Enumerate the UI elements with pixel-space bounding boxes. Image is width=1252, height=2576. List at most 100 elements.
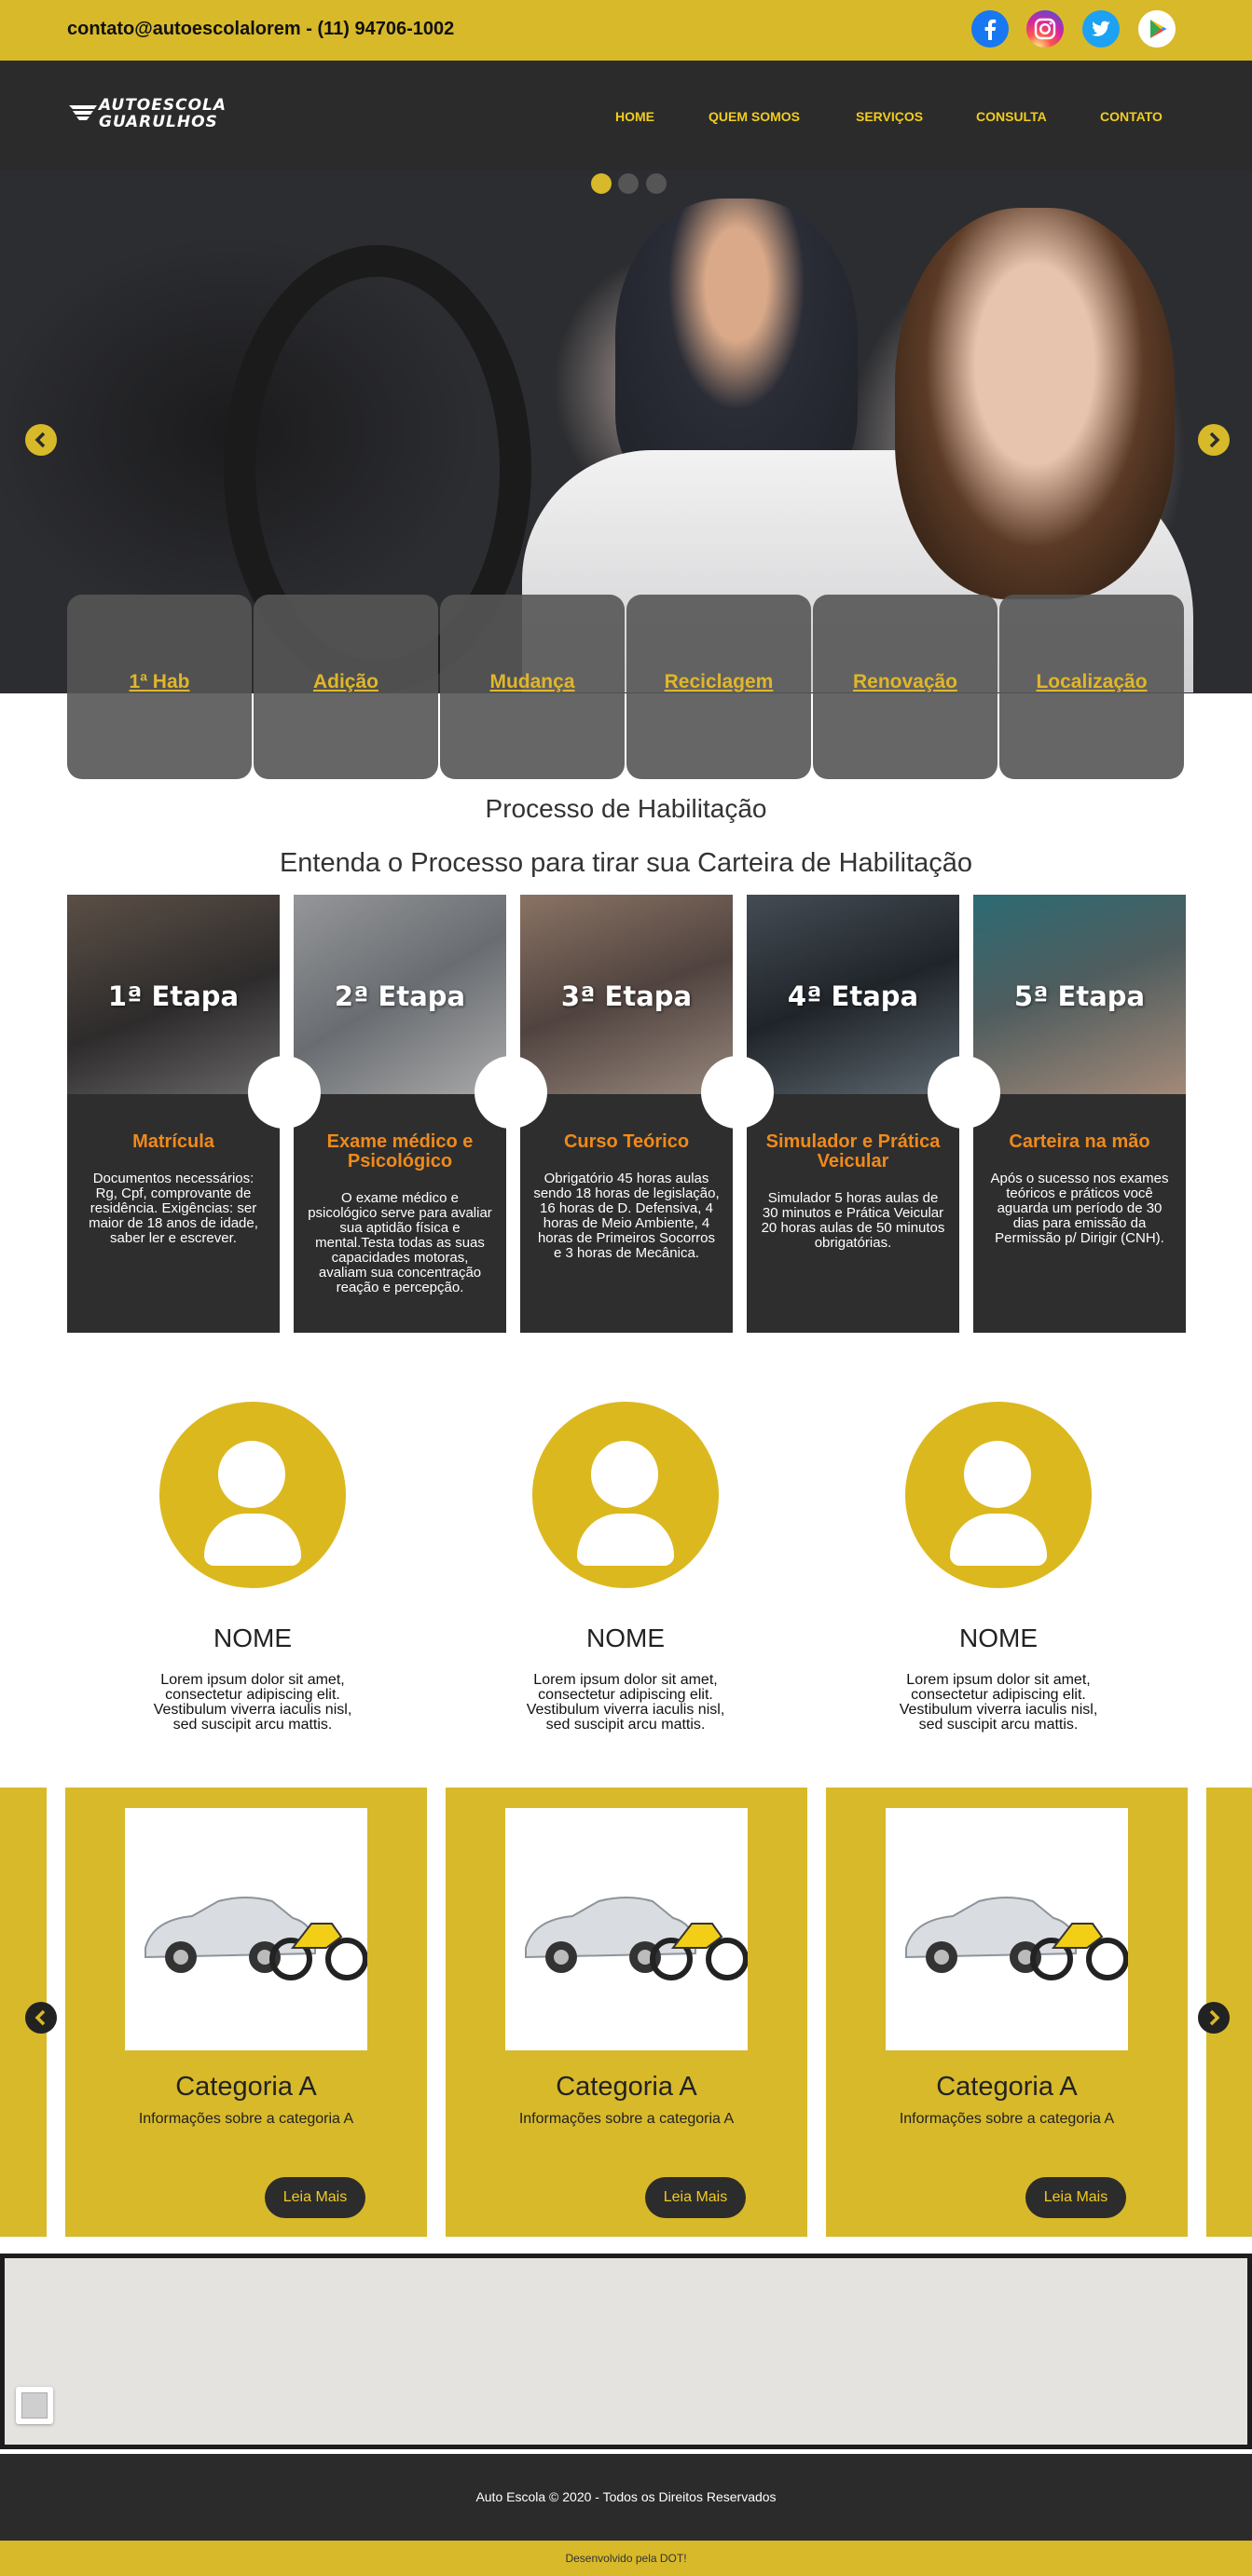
developer-credit: Desenvolvido pela DOT! [565,2552,687,2565]
carousel-dot-1[interactable] [591,173,612,194]
carousel-dot-2[interactable] [618,173,639,194]
site-logo[interactable]: AUTOESCOLA GUARULHOS [67,96,235,137]
chevron-right-icon [1209,2009,1220,2026]
category-description: Informações sobre a categoria A [518,2111,735,2127]
category-card: Categoria A Informações sobre a categori… [65,1788,427,2237]
step-connector [248,1056,321,1129]
step-title: Exame médico e Psicológico [326,1131,474,1172]
team-member-name: NOME [213,1624,292,1652]
service-tab-renovacao[interactable]: Renovação [813,595,997,779]
step-connector [475,1056,547,1129]
read-more-button[interactable]: Leia Mais [265,2177,365,2218]
category-card: Categoria A Informações sobre a categori… [826,1788,1188,2237]
wing-icon [69,105,97,120]
category-next-button[interactable] [1198,2002,1230,2034]
step-connector [701,1056,774,1129]
service-tab-label: 1ª Hab [129,671,190,692]
step-card-2: 2ª Etapa Exame médico e Psicológico O ex… [294,895,506,1333]
category-image-car-moto [505,1808,749,2050]
service-tab-adicao[interactable]: Adição [254,595,438,779]
logo-text-line2: GUARULHOS [99,113,218,131]
category-prev-button[interactable] [25,2002,57,2034]
team-member-name: NOME [586,1624,665,1652]
step-text: Obrigatório 45 horas aulas sendo 18 hora… [533,1171,720,1261]
team-member-name: NOME [959,1624,1038,1652]
step-title: Curso Teórico [563,1131,690,1152]
service-tab-reciclagem[interactable]: Reciclagem [626,595,811,779]
avatar [905,1402,1092,1588]
category-description: Informações sobre a categoria A [138,2111,354,2127]
google-play-icon[interactable] [1137,9,1176,48]
service-tab-label: Mudança [489,671,575,692]
site-footer: Auto Escola © 2020 - Todos os Direitos R… [0,2454,1252,2541]
step-card-3: 3ª Etapa Curso Teórico Obrigatório 45 ho… [520,895,733,1333]
copyright-text: Auto Escola © 2020 - Todos os Direitos R… [475,2489,777,2504]
twitter-icon[interactable] [1081,9,1121,48]
carousel-next-button[interactable] [1198,424,1230,456]
top-contact-bar: contato@autoescolalorem - (11) 94706-100… [0,0,1252,61]
facebook-icon[interactable] [970,9,1010,48]
step-card-1: 1ª Etapa Matrícula Documentos necessário… [67,895,280,1333]
chevron-left-icon [34,2009,46,2026]
nav-home[interactable]: HOME [615,109,654,124]
service-tab-label: Reciclagem [664,671,774,692]
nav-contato[interactable]: CONTATO [1100,109,1163,124]
user-icon [591,1441,658,1508]
team-member-text: Lorem ipsum dolor sit amet, consectetur … [899,1672,1098,1733]
read-more-button[interactable]: Leia Mais [1025,2177,1126,2218]
service-tab-label: Localização [1036,671,1148,692]
instagram-icon[interactable] [1025,9,1065,48]
user-icon [964,1441,1031,1508]
hero-photo-driver [895,208,1175,599]
category-title: Categoria A [556,2072,697,2102]
nav-quem-somos[interactable]: QUEM SOMOS [709,109,800,124]
nav-servicos[interactable]: SERVIÇOS [856,109,923,124]
logo-text-line1: AUTOESCOLA [99,96,227,115]
category-title: Categoria A [175,2072,317,2102]
team-member-text: Lorem ipsum dolor sit amet, consectetur … [153,1672,352,1733]
service-tab-localizacao[interactable]: Localização [999,595,1184,779]
team-member-text: Lorem ipsum dolor sit amet, consectetur … [526,1672,725,1733]
nav-consulta[interactable]: CONSULTA [976,109,1047,124]
step-number: 2ª Etapa [334,980,466,1012]
step-text: Simulador 5 horas aulas de 30 minutos e … [761,1190,945,1251]
step-number: 1ª Etapa [107,980,240,1012]
pegman-icon [21,2392,48,2418]
service-tab-label: Renovação [852,671,958,692]
process-title: Processo de Habilitação [485,794,767,823]
contact-info: contato@autoescolalorem - (11) 94706-100… [67,19,455,39]
step-number: 4ª Etapa [787,980,919,1012]
process-subtitle: Entenda o Processo para tirar sua Cartei… [279,848,973,878]
category-description: Informações sobre a categoria A [899,2111,1115,2127]
service-tab-label: Adição [312,671,378,692]
service-tab-mudanca[interactable]: Mudança [440,595,625,779]
step-text: Após o sucesso nos exames teóricos e prá… [990,1171,1169,1246]
user-icon [218,1441,285,1508]
street-view-control[interactable] [16,2387,53,2424]
step-text: O exame médico e psicológico serve para … [308,1190,492,1295]
step-card-5: 5ª Etapa Carteira na mão Após o sucesso … [973,895,1186,1333]
step-number: 3ª Etapa [560,980,693,1012]
avatar [532,1402,719,1588]
chevron-left-icon [34,432,46,448]
avatar [159,1402,346,1588]
step-text: Documentos necessários: Rg, Cpf, comprov… [89,1171,258,1246]
site-header: AUTOESCOLA GUARULHOS HOME QUEM SOMOS SER… [0,61,1252,171]
service-tab-1a-hab[interactable]: 1ª Hab [67,595,252,779]
step-title: Carteira na mão [1009,1131,1150,1152]
category-card: Categoria A Informações sobre a categori… [446,1788,807,2237]
category-title: Categoria A [936,2072,1078,2102]
map-embed[interactable] [0,2254,1252,2449]
category-image-car-moto [886,1808,1129,2050]
read-more-button[interactable]: Leia Mais [645,2177,746,2218]
chevron-right-icon [1209,432,1220,448]
step-number: 5ª Etapa [1013,980,1146,1012]
carousel-dot-3[interactable] [646,173,667,194]
step-title: Matrícula [132,1131,214,1152]
step-connector [928,1056,1000,1129]
category-image-car-moto [125,1808,368,2050]
carousel-prev-button[interactable] [25,424,57,456]
developer-bar: Desenvolvido pela DOT! [0,2541,1252,2576]
step-title: Simulador e Prática Veicular [765,1131,941,1172]
step-card-4: 4ª Etapa Simulador e Prática Veicular Si… [747,895,959,1333]
